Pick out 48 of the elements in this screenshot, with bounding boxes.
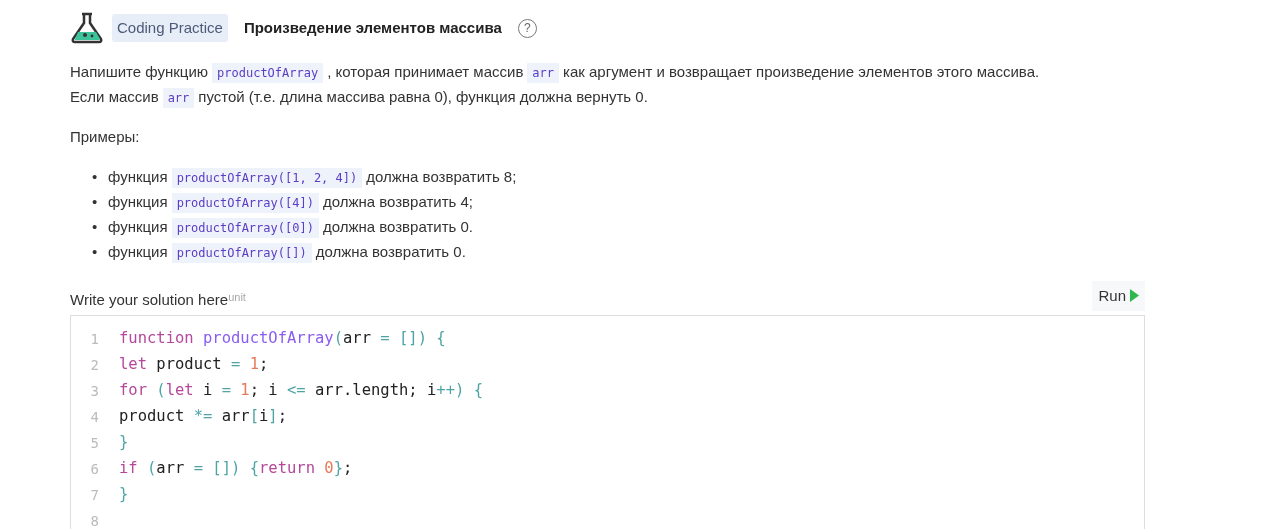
description-text: должна возвратить 4;	[322, 192, 474, 210]
line-number: 2	[89, 355, 100, 375]
run-button[interactable]: Run	[1092, 280, 1145, 311]
description-text: пустой (т.е. длина массива равна 0), функция должна вернуть 0.	[198, 88, 648, 105]
inline-code: productOfArray([0])	[171, 217, 319, 238]
code-line: }	[119, 432, 129, 454]
solution-label: Write your solution here	[70, 289, 229, 310]
bullet-marker: •	[92, 191, 99, 212]
description-text: должна возвратить 0.	[322, 217, 474, 235]
description-text: как аргумент и возвращает произведение элементов этого массива.	[563, 63, 1040, 80]
inline-code: productOfArray([4])	[171, 192, 319, 213]
category-tag: Coding Practice	[112, 13, 228, 43]
description-text: функция	[108, 192, 168, 210]
description-text: , которая принимает массив	[327, 63, 524, 80]
line-number: 1	[89, 329, 100, 349]
bullet-marker: •	[92, 166, 99, 187]
description-text: должна возвратить 8;	[366, 167, 517, 185]
code-line: function productOfArray(arr = []) {	[119, 328, 446, 350]
description-text: функция	[108, 242, 168, 260]
task-title: Произведение элементов массива	[243, 17, 502, 38]
description-text: Напишите функцию	[70, 63, 209, 80]
description-text: функция	[108, 167, 168, 185]
line-number: 4	[89, 407, 100, 427]
code-line: let product = 1;	[119, 354, 269, 376]
line-number: 3	[89, 381, 100, 401]
flask-icon	[70, 12, 104, 44]
code-line: if (arr = []) {return 0};	[119, 458, 353, 480]
inline-code: productOfArray([])	[171, 242, 312, 263]
description-text: Если массив	[70, 88, 159, 105]
line-number: 5	[89, 433, 100, 453]
code-editor[interactable]: 1 function productOfArray(arr = []) { 2 let product = 1; 3 for (let i = 1; i <= arr.length; i++) { 4 product *= arr[i]; 5 } 6 if (arr = []) {return 0}; 7 } 8	[70, 315, 1145, 529]
bullet-marker: •	[92, 241, 99, 262]
description-text: должна возвратить 0.	[315, 242, 466, 260]
ghost-text: unit	[228, 289, 246, 303]
line-number: 7	[89, 485, 100, 505]
inline-code: productOfArray([1, 2, 4])	[171, 167, 363, 188]
inline-code: arr	[527, 63, 560, 83]
examples-label: Примеры:	[70, 127, 141, 147]
inline-code: productOfArray	[212, 63, 324, 83]
bullet-marker: •	[92, 216, 99, 237]
description-text: функция	[108, 217, 168, 235]
inline-code: arr	[162, 88, 195, 108]
line-number: 8	[89, 511, 100, 529]
line-number: 6	[89, 459, 100, 479]
play-icon	[1130, 289, 1139, 303]
code-line: product *= arr[i];	[119, 406, 288, 428]
code-line: for (let i = 1; i <= arr.length; i++) {	[119, 380, 483, 402]
code-line: }	[119, 484, 129, 506]
